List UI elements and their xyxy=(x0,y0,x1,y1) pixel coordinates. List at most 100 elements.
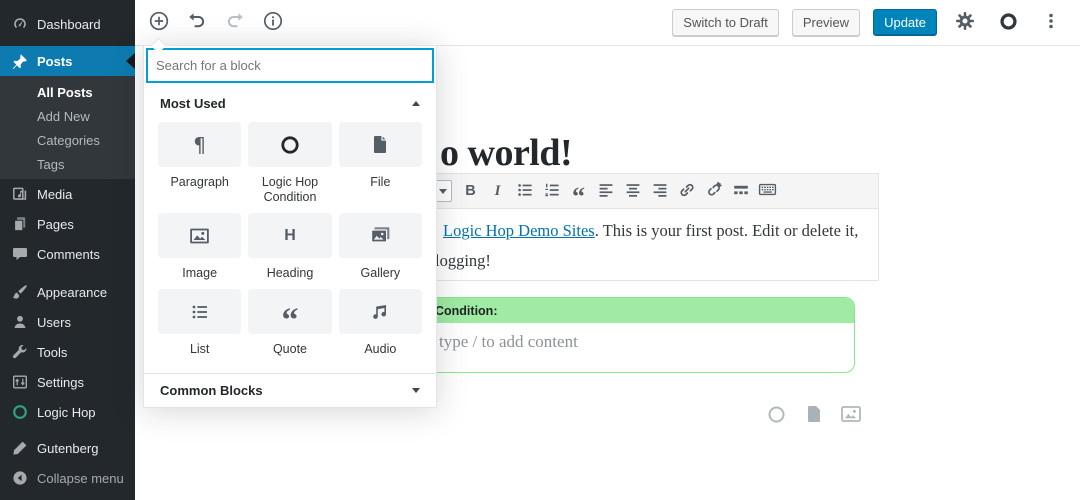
toolbar-toggle-button[interactable] xyxy=(754,179,781,203)
sidebar-item-settings[interactable]: Settings xyxy=(0,367,135,397)
paragraph-text[interactable]: Logic Hop Demo Sites. This is your first… xyxy=(421,209,878,276)
sidebar-item-label: Gutenberg xyxy=(37,440,99,456)
bold-icon: B xyxy=(465,183,476,199)
paintbrush-icon xyxy=(11,284,28,301)
unlink-icon xyxy=(705,181,723,202)
undo-icon xyxy=(186,10,208,35)
circle-ring-icon xyxy=(999,12,1018,34)
inserter-block-file[interactable]: File xyxy=(338,122,422,205)
settings-sidebar-button[interactable] xyxy=(950,8,980,38)
align-right-button[interactable] xyxy=(646,179,673,203)
redo-button[interactable] xyxy=(220,8,250,38)
inserter-block-paragraph[interactable]: ¶ Paragraph xyxy=(158,122,242,205)
sidebar-item-posts[interactable]: Posts xyxy=(0,46,135,76)
audio-block-icon xyxy=(338,289,422,334)
bold-button[interactable]: B xyxy=(457,179,484,203)
submenu-item-add-new[interactable]: Add New xyxy=(0,105,135,129)
sidebar-item-appearance[interactable]: Appearance xyxy=(0,277,135,307)
post-title[interactable]: o world! xyxy=(440,131,573,175)
sidebar-item-logic-hop[interactable]: Logic Hop xyxy=(0,397,135,427)
link-icon xyxy=(678,181,696,202)
sidebar-item-dashboard[interactable]: Dashboard xyxy=(0,9,135,39)
content-structure-button[interactable] xyxy=(258,8,288,38)
sidebar-item-gutenberg[interactable]: Gutenberg xyxy=(0,433,135,463)
block-label: Logic Hop Condition xyxy=(261,175,319,204)
numbered-list-button[interactable] xyxy=(538,179,565,203)
inserter-block-audio[interactable]: Audio xyxy=(338,289,422,357)
condition-block-placeholder[interactable]: type / to add content xyxy=(425,323,854,352)
appender-image-button[interactable] xyxy=(840,405,861,426)
update-button[interactable]: Update xyxy=(873,9,937,36)
inserter-block-image[interactable]: Image xyxy=(158,213,242,281)
inserter-block-heading[interactable]: H Heading xyxy=(248,213,332,281)
block-search-input[interactable] xyxy=(146,48,434,83)
switch-to-draft-button[interactable]: Switch to Draft xyxy=(672,9,779,36)
most-used-label: Most Used xyxy=(160,96,226,111)
sidebar-item-label: Pages xyxy=(37,216,74,232)
editor-topbar: Switch to Draft Preview Update xyxy=(135,0,1080,46)
read-more-icon xyxy=(732,181,750,202)
quote-icon: “ xyxy=(572,182,585,211)
file-icon xyxy=(806,405,822,426)
pencil-icon xyxy=(11,440,28,457)
align-center-button[interactable] xyxy=(619,179,646,203)
sidebar-item-comments[interactable]: Comments xyxy=(0,239,135,269)
inserter-block-logic-hop-condition[interactable]: Logic Hop Condition xyxy=(248,122,332,205)
inserter-block-quote[interactable]: “ Quote xyxy=(248,289,332,357)
italic-button[interactable]: I xyxy=(484,179,511,203)
submenu-item-tags[interactable]: Tags xyxy=(0,153,135,177)
sidebar-item-media[interactable]: Media xyxy=(0,179,135,209)
blockquote-button[interactable]: “ xyxy=(565,179,592,211)
sidebar-item-pages[interactable]: Pages xyxy=(0,209,135,239)
circle-ring-icon xyxy=(767,405,786,427)
appender-logic-hop-button[interactable] xyxy=(766,405,787,426)
file-block-icon xyxy=(338,122,422,167)
paragraph-line-1: Logic Hop Demo Sites. This is your first… xyxy=(435,216,862,246)
most-used-section-header[interactable]: Most Used xyxy=(144,85,436,116)
insert-link-button[interactable] xyxy=(673,179,700,203)
read-more-tag-button[interactable] xyxy=(727,179,754,203)
block-label: Quote xyxy=(272,342,308,356)
remove-link-button[interactable] xyxy=(700,179,727,203)
gear-icon xyxy=(955,11,975,34)
demo-sites-link[interactable]: Logic Hop Demo Sites xyxy=(443,221,595,240)
sidebar-item-users[interactable]: Users xyxy=(0,307,135,337)
sidebar-item-collapse-menu[interactable]: Collapse menu xyxy=(0,463,135,493)
more-options-button[interactable] xyxy=(1036,8,1066,38)
keyboard-icon xyxy=(758,180,777,202)
sidebar-item-label: Logic Hop xyxy=(37,404,96,420)
inserter-block-gallery[interactable]: Gallery xyxy=(338,213,422,281)
block-inserter-popup: Most Used ¶ Paragraph Logic Hop Conditio… xyxy=(143,37,437,408)
submenu-item-categories[interactable]: Categories xyxy=(0,129,135,153)
block-inserter-button[interactable] xyxy=(144,8,174,38)
heading-h-icon: H xyxy=(284,226,296,244)
redo-icon xyxy=(224,10,246,35)
undo-button[interactable] xyxy=(182,8,212,38)
pages-icon xyxy=(11,216,28,233)
plus-circle-icon xyxy=(148,10,170,35)
sidebar-item-label: Dashboard xyxy=(37,16,101,32)
sidebar-item-tools[interactable]: Tools xyxy=(0,337,135,367)
quote-marks-icon: “ xyxy=(281,301,299,339)
appender-file-button[interactable] xyxy=(803,405,824,426)
logic-hop-condition-block-icon xyxy=(248,122,332,167)
align-center-icon xyxy=(624,181,642,202)
logic-hop-toolbar-button[interactable] xyxy=(993,8,1023,38)
block-label: List xyxy=(189,342,210,356)
submenu-item-all-posts[interactable]: All Posts xyxy=(0,81,135,105)
logic-hop-condition-block[interactable]: Condition: type / to add content xyxy=(424,297,855,373)
sidebar-item-label: Settings xyxy=(37,374,84,390)
block-label: Gallery xyxy=(360,266,401,280)
dashboard-icon xyxy=(11,16,28,33)
sidebar-item-label: Comments xyxy=(37,246,100,262)
quote-block-icon: “ xyxy=(248,289,332,339)
image-icon xyxy=(840,406,861,425)
align-left-button[interactable] xyxy=(592,179,619,203)
user-icon xyxy=(11,314,28,331)
inserter-block-list[interactable]: List xyxy=(158,289,242,357)
bulleted-list-button[interactable] xyxy=(511,179,538,203)
logic-hop-ring-icon xyxy=(11,404,28,421)
preview-button[interactable]: Preview xyxy=(791,9,861,36)
common-blocks-section-header[interactable]: Common Blocks xyxy=(144,373,436,407)
classic-paragraph-block[interactable]: B I “ Logic Hop Demo Sites. This is your… xyxy=(420,173,879,281)
